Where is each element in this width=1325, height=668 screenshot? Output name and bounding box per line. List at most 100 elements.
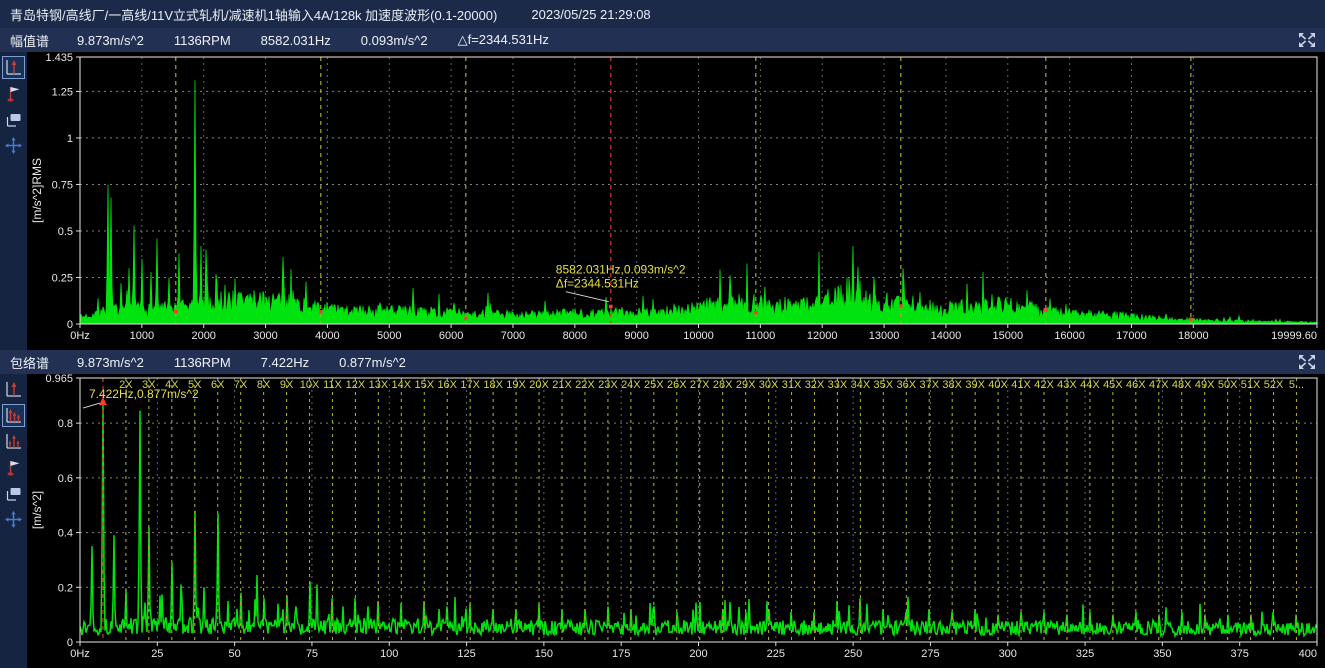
envelope-spectrum-chart[interactable]: 2X3X4X5X6X7X8X9X10X11X12X13X14X15X16X17X… <box>27 374 1325 668</box>
svg-text:17X: 17X <box>460 379 480 391</box>
flag-tool[interactable] <box>2 82 25 105</box>
svg-text:49X: 49X <box>1195 379 1215 391</box>
svg-text:8582.031Hz,0.093m/s^2: 8582.031Hz,0.093m/s^2 <box>556 263 686 277</box>
svg-text:7000: 7000 <box>501 330 525 342</box>
speed-rpm-value: 1136RPM <box>174 355 231 370</box>
svg-text:400: 400 <box>1299 648 1317 660</box>
expand-chart-button[interactable] <box>1297 353 1317 371</box>
svg-text:25: 25 <box>151 648 163 660</box>
svg-text:4000: 4000 <box>315 330 339 342</box>
svg-text:1: 1 <box>67 133 73 145</box>
report-tool[interactable] <box>2 482 25 505</box>
svg-text:14X: 14X <box>392 379 412 391</box>
single-cursor-icon <box>4 380 23 399</box>
svg-text:9000: 9000 <box>624 330 648 342</box>
svg-text:50X: 50X <box>1218 379 1238 391</box>
single-cursor-icon <box>4 58 23 77</box>
svg-text:35X: 35X <box>874 379 894 391</box>
svg-text:375: 375 <box>1231 648 1249 660</box>
svg-text:5000: 5000 <box>377 330 401 342</box>
spectrum-type-label: 包络谱 <box>10 353 49 372</box>
expand-arrows-icon <box>1297 353 1317 371</box>
svg-text:0: 0 <box>67 637 73 649</box>
svg-text:[m/s^2]: [m/s^2] <box>30 491 44 529</box>
amplitude-spectrum-chart[interactable]: 8582.031Hz,0.093m/s^2Δf=2344.531Hz0Hz100… <box>27 52 1325 350</box>
svg-text:100: 100 <box>380 648 398 660</box>
svg-text:36X: 36X <box>897 379 917 391</box>
svg-text:52X: 52X <box>1264 379 1284 391</box>
pan-tool[interactable] <box>2 508 25 531</box>
svg-text:17000: 17000 <box>1116 330 1147 342</box>
svg-text:41X: 41X <box>1011 379 1031 391</box>
svg-text:15X: 15X <box>414 379 434 391</box>
svg-text:24X: 24X <box>621 379 641 391</box>
svg-text:18000: 18000 <box>1178 330 1209 342</box>
svg-text:40X: 40X <box>988 379 1008 391</box>
sideband-cursor-tool[interactable] <box>2 430 25 453</box>
delta-f-value: △f=2344.531Hz <box>458 32 549 48</box>
svg-text:1.25: 1.25 <box>52 86 73 98</box>
svg-text:38X: 38X <box>942 379 962 391</box>
svg-text:250: 250 <box>844 648 862 660</box>
svg-text:[m/s^2]RMS: [m/s^2]RMS <box>30 158 44 223</box>
svg-text:0.75: 0.75 <box>52 179 73 191</box>
svg-text:45X: 45X <box>1103 379 1123 391</box>
expand-chart-button[interactable] <box>1297 31 1317 49</box>
single-cursor-tool[interactable] <box>2 378 25 401</box>
svg-text:43X: 43X <box>1057 379 1077 391</box>
svg-text:325: 325 <box>1076 648 1094 660</box>
vibration-analysis-window: 青岛特钢/高线厂/一高线/11V立式轧机/减速机1轴输入4A/128k 加速度波… <box>0 0 1325 668</box>
svg-text:20X: 20X <box>529 379 549 391</box>
svg-text:9X: 9X <box>280 379 294 391</box>
svg-text:6X: 6X <box>211 379 225 391</box>
svg-text:50: 50 <box>229 648 241 660</box>
flag-icon <box>4 84 23 103</box>
report-tool[interactable] <box>2 108 25 131</box>
svg-text:0: 0 <box>67 319 73 331</box>
svg-text:11X: 11X <box>323 379 342 391</box>
svg-text:0.4: 0.4 <box>58 528 73 540</box>
svg-text:28X: 28X <box>713 379 733 391</box>
svg-text:29X: 29X <box>736 379 756 391</box>
cursor-frequency-value: 8582.031Hz <box>261 33 331 48</box>
amplitude-chart-toolbar <box>0 52 27 350</box>
svg-text:75: 75 <box>306 648 318 660</box>
svg-text:11000: 11000 <box>745 330 775 342</box>
svg-text:19999.60: 19999.60 <box>1271 330 1317 342</box>
cursor-amplitude-value: 0.093m/s^2 <box>361 33 428 48</box>
svg-text:150: 150 <box>535 648 553 660</box>
svg-text:0.8: 0.8 <box>58 418 73 430</box>
flag-tool[interactable] <box>2 456 25 479</box>
svg-text:21X: 21X <box>552 379 572 391</box>
measurement-datetime: 2023/05/25 21:29:08 <box>531 7 650 22</box>
svg-text:6000: 6000 <box>439 330 463 342</box>
svg-text:2000: 2000 <box>191 330 215 342</box>
pan-icon <box>4 510 23 529</box>
expand-arrows-icon <box>1297 31 1317 49</box>
svg-text:0Hz: 0Hz <box>70 648 90 660</box>
envelope-spectrum-panel: 2X3X4X5X6X7X8X9X10X11X12X13X14X15X16X17X… <box>0 374 1325 668</box>
svg-text:22X: 22X <box>575 379 595 391</box>
svg-text:0.965: 0.965 <box>45 374 73 385</box>
cursor-frequency-value: 7.422Hz <box>261 355 309 370</box>
harmonic-cursor-icon <box>4 406 23 425</box>
svg-text:7.422Hz,0.877m/s^2: 7.422Hz,0.877m/s^2 <box>89 387 199 401</box>
svg-text:3000: 3000 <box>253 330 277 342</box>
svg-text:8000: 8000 <box>563 330 587 342</box>
single-cursor-tool[interactable] <box>2 56 25 79</box>
amplitude-spectrum-panel: 8582.031Hz,0.093m/s^2Δf=2344.531Hz0Hz100… <box>0 52 1325 350</box>
svg-text:19X: 19X <box>506 379 526 391</box>
svg-text:47X: 47X <box>1149 379 1169 391</box>
svg-text:39X: 39X <box>965 379 985 391</box>
svg-text:125: 125 <box>457 648 475 660</box>
svg-text:10X: 10X <box>300 379 320 391</box>
svg-text:31X: 31X <box>782 379 802 391</box>
svg-text:15000: 15000 <box>992 330 1023 342</box>
pan-tool[interactable] <box>2 134 25 157</box>
titlebar: 青岛特钢/高线厂/一高线/11V立式轧机/减速机1轴输入4A/128k 加速度波… <box>0 0 1325 28</box>
harmonic-cursor-tool[interactable] <box>2 404 25 427</box>
svg-text:7X: 7X <box>234 379 248 391</box>
svg-text:14000: 14000 <box>931 330 962 342</box>
svg-text:0.25: 0.25 <box>52 272 73 284</box>
speed-rpm-value: 1136RPM <box>174 33 231 48</box>
